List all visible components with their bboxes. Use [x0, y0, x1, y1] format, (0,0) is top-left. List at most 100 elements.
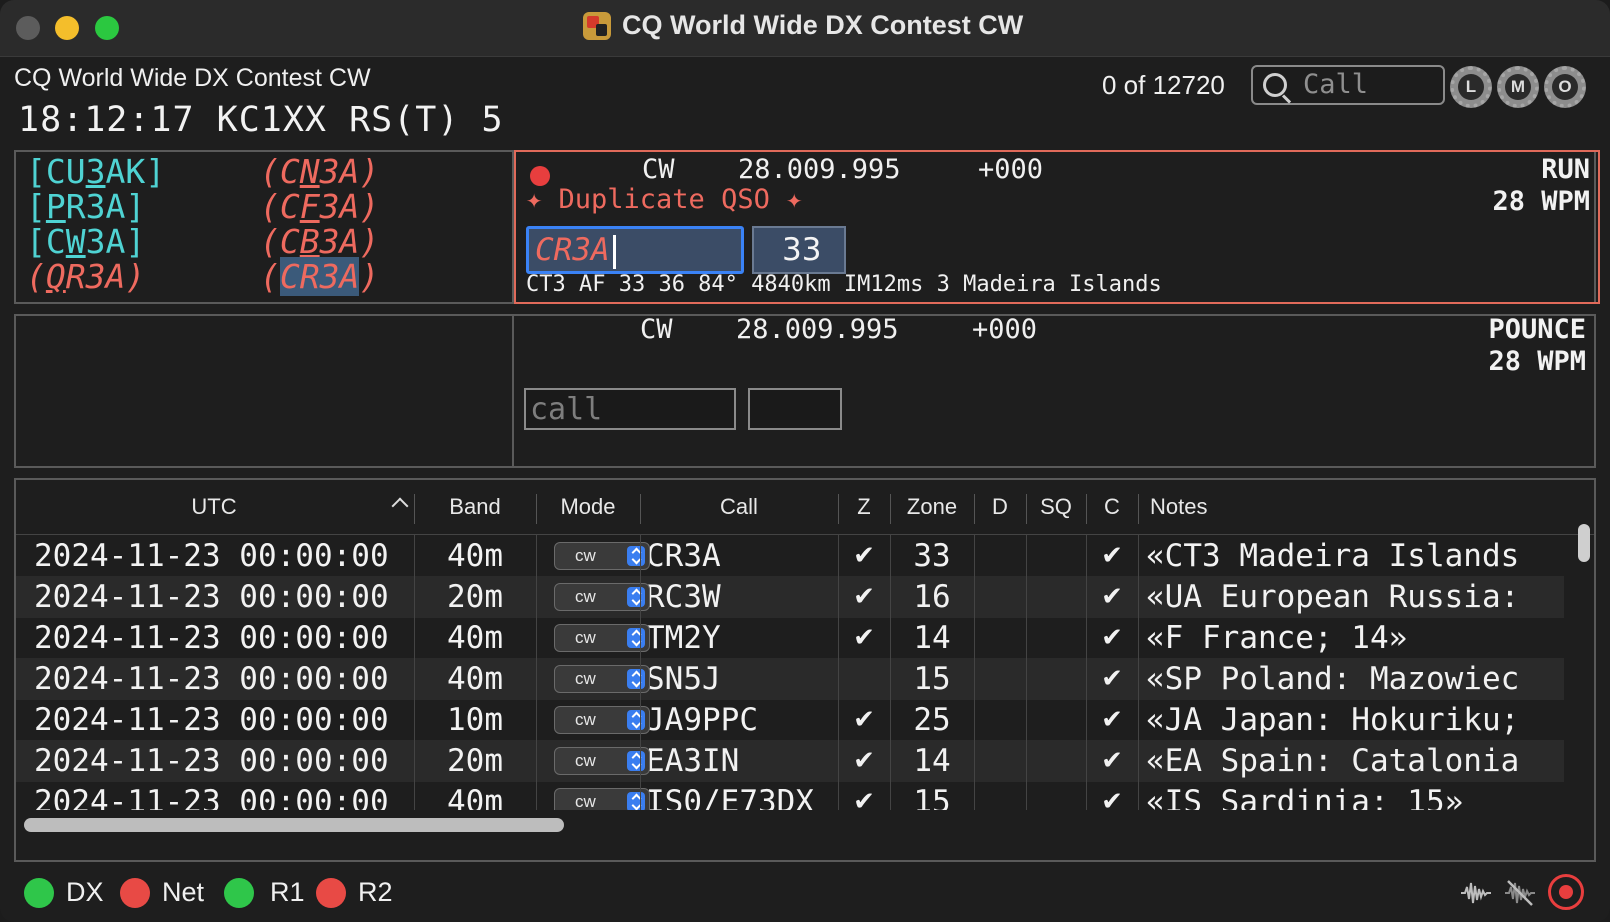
cell-call: JA9PPC [646, 702, 758, 738]
vertical-scrollbar[interactable] [1578, 524, 1590, 562]
cell-call: SN5J [646, 661, 721, 697]
spot-callsign[interactable]: (QR3A) [26, 257, 145, 296]
mode-popup-button[interactable]: cw [554, 665, 650, 693]
cell-utc: 2024-11-23 00:00:00 [34, 579, 389, 615]
cell-band: 20m [447, 579, 503, 615]
spot-callsign[interactable]: [PR3A] [26, 187, 145, 226]
cell-notes: «SP Poland: Mazowiec [1146, 661, 1520, 697]
cell-zone: 14 [913, 620, 951, 656]
col-d[interactable]: D [974, 480, 1026, 534]
spot-callsign[interactable]: [CU3AK] [26, 152, 165, 191]
gear-l-button[interactable]: L [1450, 66, 1492, 108]
cell-utc: 2024-11-23 00:00:00 [34, 661, 389, 697]
call-search-input[interactable] [1303, 69, 1435, 99]
mode-popup-label: cw [575, 751, 596, 770]
mode-popup-label: cw [575, 669, 596, 688]
mode-popup-button[interactable]: cw [554, 747, 650, 775]
cell-c: ✔ [1101, 582, 1123, 612]
pounce-spot-list [16, 316, 514, 466]
call-info-line: CT3 AF 33 36 84° 4840km IM12ms 3 Madeira… [526, 272, 1162, 297]
cell-sq [1026, 617, 1086, 659]
qso-log-table: UTC Band Mode Call Z Zone D SQ C Notes 2… [14, 478, 1596, 862]
run-entry-area: CW 28.009.995 +000 ✦ Duplicate QSO ✦ RUN… [514, 150, 1600, 304]
col-band[interactable]: Band [414, 480, 536, 534]
cell-notes: «CT3 Madeira Islands [1146, 538, 1520, 574]
cell-zone: 16 [913, 579, 951, 615]
transmit-indicator-icon [530, 166, 550, 186]
duplicate-qso-warning: ✦ Duplicate QSO ✦ [526, 184, 803, 215]
spot-callsign[interactable]: (CR3A) [260, 257, 379, 296]
cell-sq [1026, 576, 1086, 618]
run-zone-input[interactable]: 33 [752, 226, 846, 274]
call-search-field[interactable] [1251, 65, 1445, 105]
cell-notes: «JA Japan: Hokuriku; [1146, 702, 1520, 738]
cell-sq [1026, 740, 1086, 782]
run-wpm: 28 WPM [1492, 186, 1590, 217]
cell-zone: 15 [913, 661, 951, 697]
col-zone[interactable]: Zone [890, 480, 974, 534]
qso-count: 0 of 12720 [1102, 70, 1225, 100]
table-row[interactable]: 2024-11-23 00:00:00 40m TM2Y ✔ 14 ✔ «F France;… [16, 617, 1564, 659]
r1-status-led [224, 878, 254, 908]
audio-waveform-icon[interactable] [1460, 878, 1492, 908]
mode-popup-button[interactable]: cw [554, 542, 650, 570]
pounce-wpm: 28 WPM [1488, 346, 1586, 377]
audio-muted-icon[interactable] [1504, 878, 1536, 908]
pounce-frequency: 28.009.995 [736, 314, 899, 345]
run-call-input[interactable]: CR3A [526, 226, 744, 274]
window-title: CQ World Wide DX Contest CW [622, 10, 1024, 40]
cell-c: ✔ [1101, 541, 1123, 571]
table-row[interactable]: 2024-11-23 00:00:00 40m CR3A ✔ 33 ✔ «CT3 Madei… [16, 535, 1564, 577]
title-bar: CQ World Wide DX Contest CW [0, 0, 1610, 57]
run-call-value: CR3A [535, 232, 610, 268]
cell-band: 40m [447, 620, 503, 656]
spot-callsign[interactable]: (CB3A) [260, 222, 379, 261]
cell-band: 40m [447, 661, 503, 697]
col-call[interactable]: Call [640, 480, 838, 534]
r2-status-led [316, 878, 346, 908]
gear-o-label: O [1552, 74, 1578, 100]
cell-z: ✔ [853, 623, 875, 653]
run-zone-value: 33 [782, 232, 822, 268]
search-icon [1263, 73, 1287, 97]
mode-popup-button[interactable]: cw [554, 624, 650, 652]
cell-zone: 14 [913, 743, 951, 779]
col-c[interactable]: C [1086, 480, 1138, 534]
col-z[interactable]: Z [838, 480, 890, 534]
mode-popup-button[interactable]: cw [554, 706, 650, 734]
table-row[interactable]: 2024-11-23 00:00:00 20m RC3W ✔ 16 ✔ «UA Europe… [16, 576, 1564, 618]
popup-chevron-icon [627, 710, 645, 730]
spot-callsign[interactable]: [CW3A] [26, 222, 145, 261]
cell-sq [1026, 699, 1086, 741]
pounce-zone-input[interactable] [748, 388, 842, 430]
horizontal-scrollbar[interactable] [24, 818, 564, 832]
col-notes[interactable]: Notes [1150, 480, 1207, 534]
gear-m-button[interactable]: M [1497, 66, 1539, 108]
pounce-call-input[interactable] [524, 388, 736, 430]
gear-m-label: M [1505, 74, 1531, 100]
col-utc[interactable]: UTC [16, 480, 412, 534]
cell-z: ✔ [853, 582, 875, 612]
table-row[interactable]: 2024-11-23 00:00:00 20m EA3IN ✔ 14 ✔ «EA Spain… [16, 740, 1564, 782]
cell-d [974, 699, 1026, 741]
spot-callsign[interactable]: (CN3A) [260, 152, 379, 191]
cell-band: 20m [447, 743, 503, 779]
record-button[interactable] [1548, 874, 1584, 910]
cell-d [974, 576, 1026, 618]
spot-callsign[interactable]: (CF3A) [260, 187, 379, 226]
col-mode[interactable]: Mode [536, 480, 640, 534]
cell-z [838, 658, 890, 700]
close-window-button[interactable] [16, 16, 40, 40]
zoom-window-button[interactable] [95, 16, 119, 40]
mode-popup-button[interactable]: cw [554, 583, 650, 611]
minimize-window-button[interactable] [55, 16, 79, 40]
table-row[interactable]: 2024-11-23 00:00:00 40m SN5J 15 ✔ «SP Poland:… [16, 658, 1564, 700]
cell-utc: 2024-11-23 00:00:00 [34, 743, 389, 779]
table-row[interactable]: 2024-11-23 00:00:00 10m JA9PPC ✔ 25 ✔ «JA Japa… [16, 699, 1564, 741]
col-sq[interactable]: SQ [1026, 480, 1086, 534]
cell-d [974, 617, 1026, 659]
gear-o-button[interactable]: O [1544, 66, 1586, 108]
r2-status-label: R2 [358, 877, 393, 907]
cell-utc: 2024-11-23 00:00:00 [34, 702, 389, 738]
pounce-offset: +000 [972, 314, 1038, 345]
